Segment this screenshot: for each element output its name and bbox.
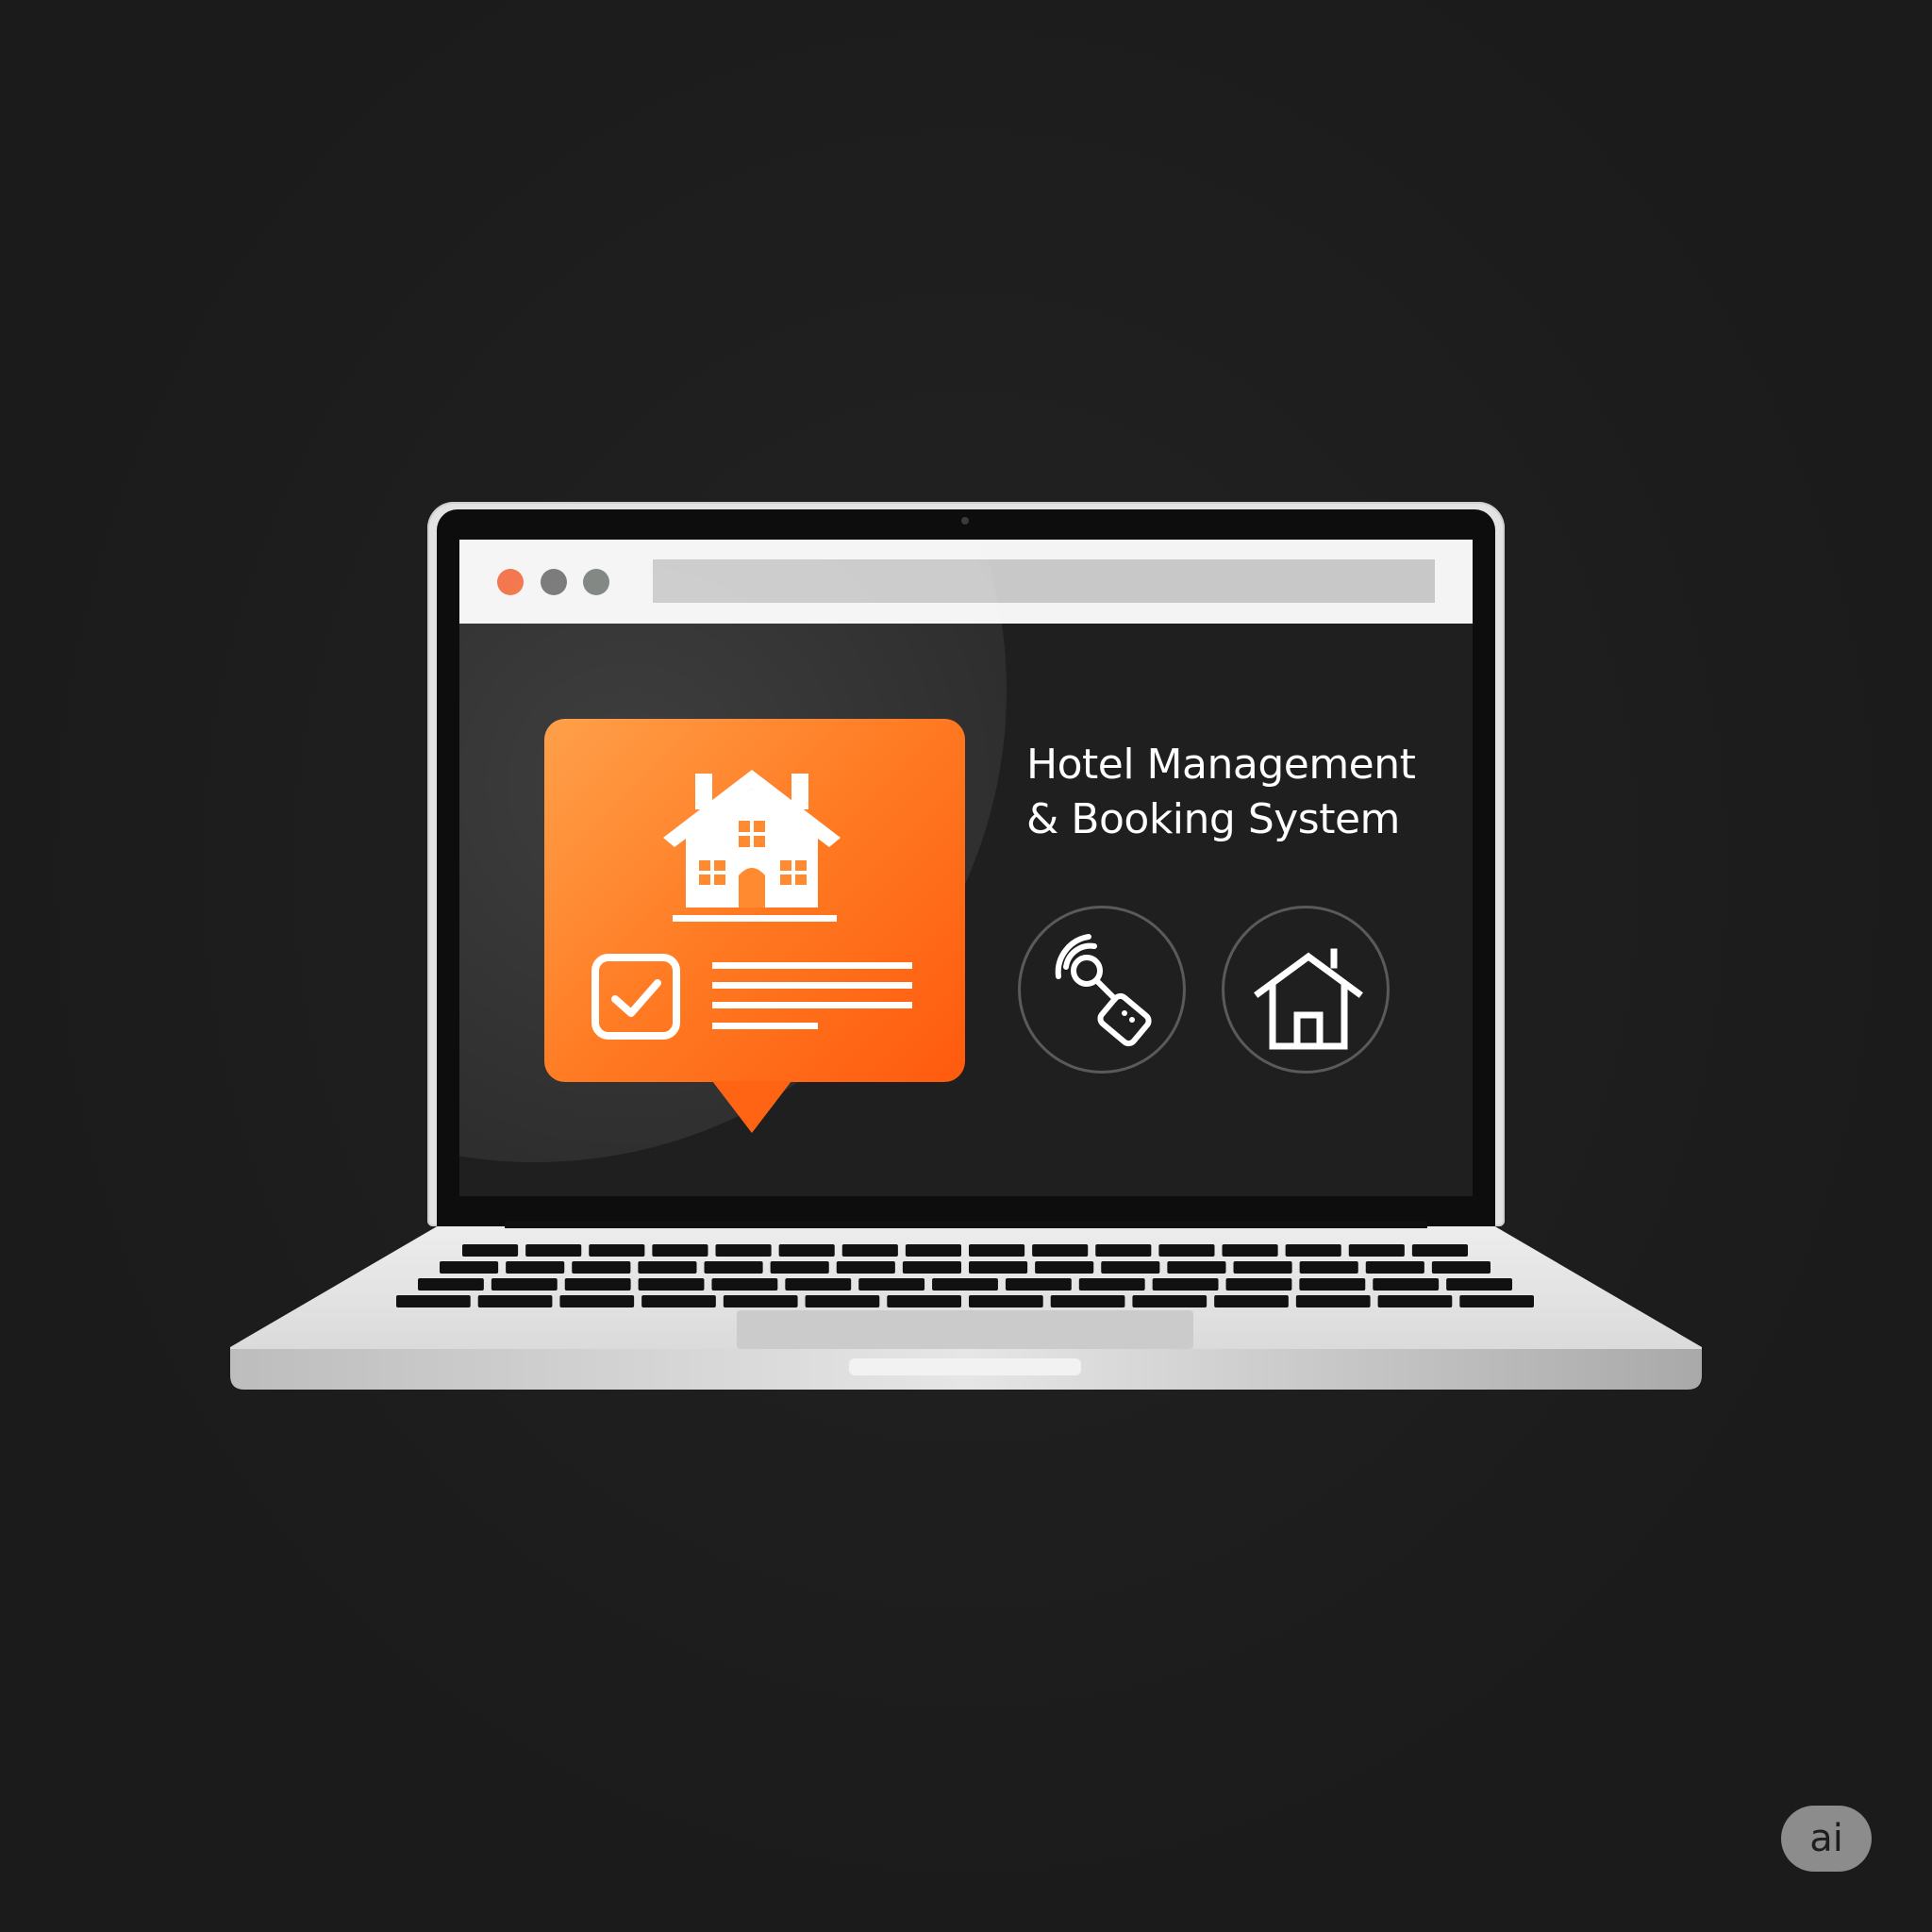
keyboard-key — [1299, 1278, 1366, 1291]
keyboard-key — [564, 1278, 631, 1291]
keyboard-key — [969, 1295, 1043, 1307]
keyboard-key — [1299, 1261, 1358, 1274]
keyboard-key — [572, 1261, 631, 1274]
keyboard-key — [418, 1278, 484, 1291]
key-card-icon — [1055, 934, 1152, 1047]
trackpad — [737, 1310, 1193, 1349]
lid-notch — [849, 1358, 1081, 1375]
keyboard-key — [525, 1244, 582, 1257]
keyboard-key — [1214, 1295, 1289, 1307]
keyboard-key — [723, 1295, 798, 1307]
keyboard-key — [1348, 1244, 1405, 1257]
screen: Hotel Management & Booking System — [459, 540, 1473, 1196]
keyboard-key — [715, 1244, 772, 1257]
keyboard-key — [1222, 1244, 1278, 1257]
keyboard-key — [589, 1244, 645, 1257]
minimize-dot[interactable] — [541, 569, 567, 595]
laptop-hinge — [505, 1221, 1427, 1228]
keyboard-key — [932, 1278, 998, 1291]
keyboard-key — [858, 1278, 925, 1291]
maximize-dot[interactable] — [583, 569, 609, 595]
watermark-badge: ai — [1781, 1806, 1872, 1872]
keyboard-key — [905, 1244, 961, 1257]
keyboard-key — [641, 1295, 716, 1307]
keyboard-key — [491, 1278, 558, 1291]
keyboard-key — [638, 1261, 697, 1274]
keyboard-key — [778, 1244, 835, 1257]
app-title-line1: Hotel Management — [1026, 741, 1416, 789]
keyboard-key — [1078, 1278, 1145, 1291]
keyboard-key — [559, 1295, 635, 1307]
keyboard-key — [1050, 1295, 1125, 1307]
keyboard-key — [1225, 1278, 1292, 1291]
keyboard-key — [652, 1244, 708, 1257]
keyboard-key — [1233, 1261, 1292, 1274]
keyboard-key — [1095, 1244, 1152, 1257]
keyboard-key — [704, 1261, 763, 1274]
keyboard-key — [969, 1244, 1025, 1257]
keyboard-key — [969, 1261, 1028, 1274]
webcam — [961, 517, 969, 525]
keyboard-key — [1158, 1244, 1215, 1257]
keyboard-key — [1167, 1261, 1226, 1274]
keyboard-key — [396, 1295, 471, 1307]
keyboard-key — [1373, 1278, 1440, 1291]
keyboard-key — [1295, 1295, 1371, 1307]
booking-feature-card[interactable] — [544, 719, 965, 1082]
keyboard-key — [1132, 1295, 1208, 1307]
address-bar[interactable] — [653, 559, 1435, 603]
keyboard-key — [1152, 1278, 1219, 1291]
keyboard-key — [785, 1278, 852, 1291]
keyboard-key — [887, 1295, 961, 1307]
stage: Hotel Management & Booking System ai — [0, 0, 1932, 1932]
key-card-button[interactable] — [1018, 906, 1186, 1074]
keyboard-key — [805, 1295, 880, 1307]
keyboard-key — [1101, 1261, 1160, 1274]
keyboard-key — [1032, 1244, 1089, 1257]
keyboard-key — [506, 1261, 565, 1274]
app-title: Hotel Management & Booking System — [1026, 738, 1441, 847]
home-button[interactable] — [1222, 906, 1390, 1074]
keyboard-key — [1005, 1278, 1072, 1291]
keyboard-key — [770, 1261, 829, 1274]
keyboard-key — [841, 1244, 898, 1257]
keyboard-key — [1411, 1244, 1468, 1257]
keyboard-key — [1446, 1278, 1512, 1291]
checkbox-checked-icon — [591, 954, 680, 1040]
text-lines-icon — [712, 962, 912, 1029]
keyboard-key — [1431, 1261, 1491, 1274]
keyboard-key — [836, 1261, 895, 1274]
keyboard-key — [711, 1278, 778, 1291]
browser-toolbar — [459, 540, 1473, 624]
home-icon — [1254, 948, 1363, 1050]
keyboard-key — [440, 1261, 499, 1274]
keyboard-key — [462, 1244, 519, 1257]
keyboard-key — [1285, 1244, 1341, 1257]
keyboard-key — [1035, 1261, 1094, 1274]
keyboard-key — [1459, 1295, 1534, 1307]
keyboard-key — [638, 1278, 705, 1291]
keyboard-key — [1365, 1261, 1424, 1274]
keyboard-key — [902, 1261, 961, 1274]
close-dot[interactable] — [497, 569, 524, 595]
card-pointer — [712, 1081, 791, 1133]
app-title-line2: & Booking System — [1026, 795, 1400, 843]
keyboard-key — [1377, 1295, 1453, 1307]
keyboard-key — [477, 1295, 553, 1307]
